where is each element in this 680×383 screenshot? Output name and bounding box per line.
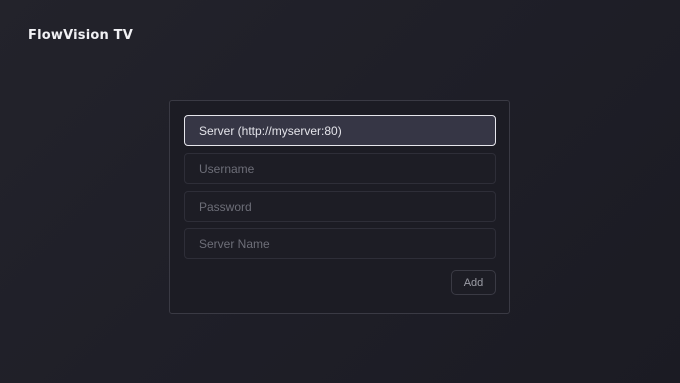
server-url-placeholder: Server (http://myserver:80) xyxy=(199,123,342,138)
add-server-panel: Server (http://myserver:80) Username Pas… xyxy=(169,100,510,314)
add-button-label: Add xyxy=(463,276,484,289)
password-input[interactable]: Password xyxy=(184,191,496,222)
username-placeholder: Username xyxy=(199,161,255,176)
app-title: FlowVision TV xyxy=(28,28,134,43)
add-button[interactable]: Add xyxy=(451,270,496,295)
username-input[interactable]: Username xyxy=(184,153,496,184)
server-url-input[interactable]: Server (http://myserver:80) xyxy=(184,115,496,146)
server-name-input[interactable]: Server Name xyxy=(184,228,496,259)
password-placeholder: Password xyxy=(199,199,252,214)
server-name-placeholder: Server Name xyxy=(199,236,270,251)
